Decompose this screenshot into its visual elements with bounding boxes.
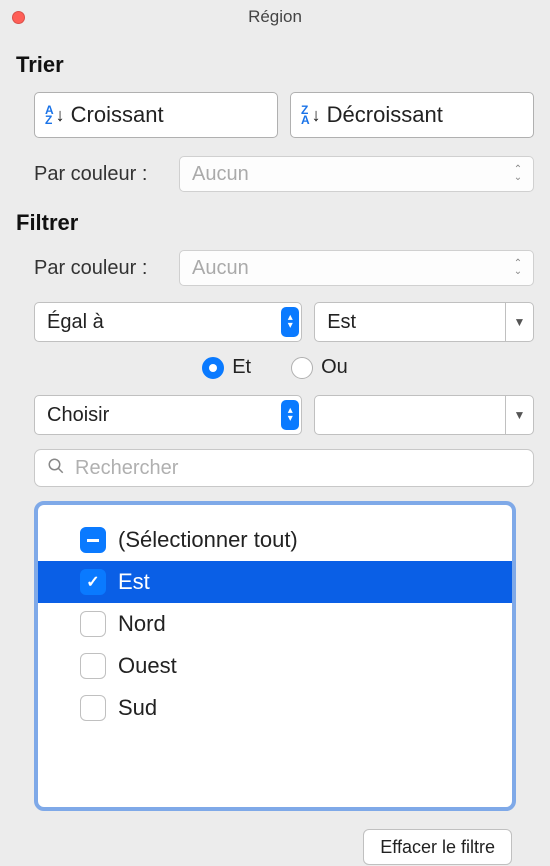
list-item[interactable]: ✓ Est <box>38 561 512 603</box>
checkbox-checked-icon[interactable]: ✓ <box>80 569 106 595</box>
chevron-down-icon: ▼ <box>505 303 533 341</box>
logic-and-radio[interactable]: Et <box>202 356 251 379</box>
sort-az-icon: AZ <box>45 105 54 125</box>
sort-za-icon: ZA <box>301 105 310 125</box>
list-item-label: Ouest <box>118 653 177 679</box>
stepper-icon: ▴▾ <box>281 400 299 430</box>
radio-unchecked-icon <box>291 357 313 379</box>
sort-by-color-value: Aucun <box>192 163 249 186</box>
stepper-icon: ⌃⌄ <box>509 256 527 280</box>
list-item-select-all[interactable]: (Sélectionner tout) <box>38 519 512 561</box>
sort-descending-label: Décroissant <box>327 102 443 128</box>
stepper-icon: ⌃⌄ <box>509 162 527 186</box>
condition1-operator-select[interactable]: Égal à ▴▾ <box>34 302 302 342</box>
checkbox-unchecked-icon[interactable] <box>80 695 106 721</box>
filter-by-color-label: Par couleur : <box>34 257 179 280</box>
list-item[interactable]: Sud <box>38 687 512 729</box>
logic-and-label: Et <box>232 356 251 379</box>
window-title: Région <box>0 7 550 27</box>
condition2-value-input[interactable]: ▼ <box>314 395 534 435</box>
condition2-operator-select[interactable]: Choisir ▴▾ <box>34 395 302 435</box>
search-input[interactable] <box>34 449 534 487</box>
checkbox-unchecked-icon[interactable] <box>80 611 106 637</box>
clear-filter-label: Effacer le filtre <box>380 837 495 858</box>
checkbox-unchecked-icon[interactable] <box>80 653 106 679</box>
list-item-label: Nord <box>118 611 166 637</box>
chevron-down-icon: ▼ <box>505 396 533 434</box>
list-item-label: Sud <box>118 695 157 721</box>
filter-by-color-value: Aucun <box>192 257 249 280</box>
sort-descending-button[interactable]: ZA ↓ Décroissant <box>290 92 534 138</box>
radio-checked-icon <box>202 357 224 379</box>
condition1-value-input[interactable]: Est ▼ <box>314 302 534 342</box>
filter-heading: Filtrer <box>16 210 534 236</box>
sort-heading: Trier <box>16 52 534 78</box>
sort-ascending-label: Croissant <box>71 102 164 128</box>
filter-values-list[interactable]: (Sélectionner tout) ✓ Est Nord Ouest Sud <box>34 501 516 811</box>
list-item[interactable]: Nord <box>38 603 512 645</box>
logic-or-radio[interactable]: Ou <box>291 356 348 379</box>
search-icon <box>47 457 65 480</box>
stepper-icon: ▴▾ <box>281 307 299 337</box>
filter-by-color-select[interactable]: Aucun ⌃⌄ <box>179 250 534 286</box>
list-item-label: (Sélectionner tout) <box>118 527 298 553</box>
arrow-down-icon: ↓ <box>312 105 321 126</box>
list-item-label: Est <box>118 569 150 595</box>
search-input-field[interactable] <box>75 457 521 480</box>
condition1-value: Est <box>327 311 356 334</box>
sort-ascending-button[interactable]: AZ ↓ Croissant <box>34 92 278 138</box>
logic-or-label: Ou <box>321 356 348 379</box>
list-item[interactable]: Ouest <box>38 645 512 687</box>
arrow-down-icon: ↓ <box>56 105 65 126</box>
condition1-operator-value: Égal à <box>47 311 104 334</box>
sort-by-color-select[interactable]: Aucun ⌃⌄ <box>179 156 534 192</box>
clear-filter-button[interactable]: Effacer le filtre <box>363 829 512 865</box>
sort-by-color-label: Par couleur : <box>34 163 179 186</box>
checkbox-indeterminate-icon[interactable] <box>80 527 106 553</box>
condition2-operator-value: Choisir <box>47 404 109 427</box>
